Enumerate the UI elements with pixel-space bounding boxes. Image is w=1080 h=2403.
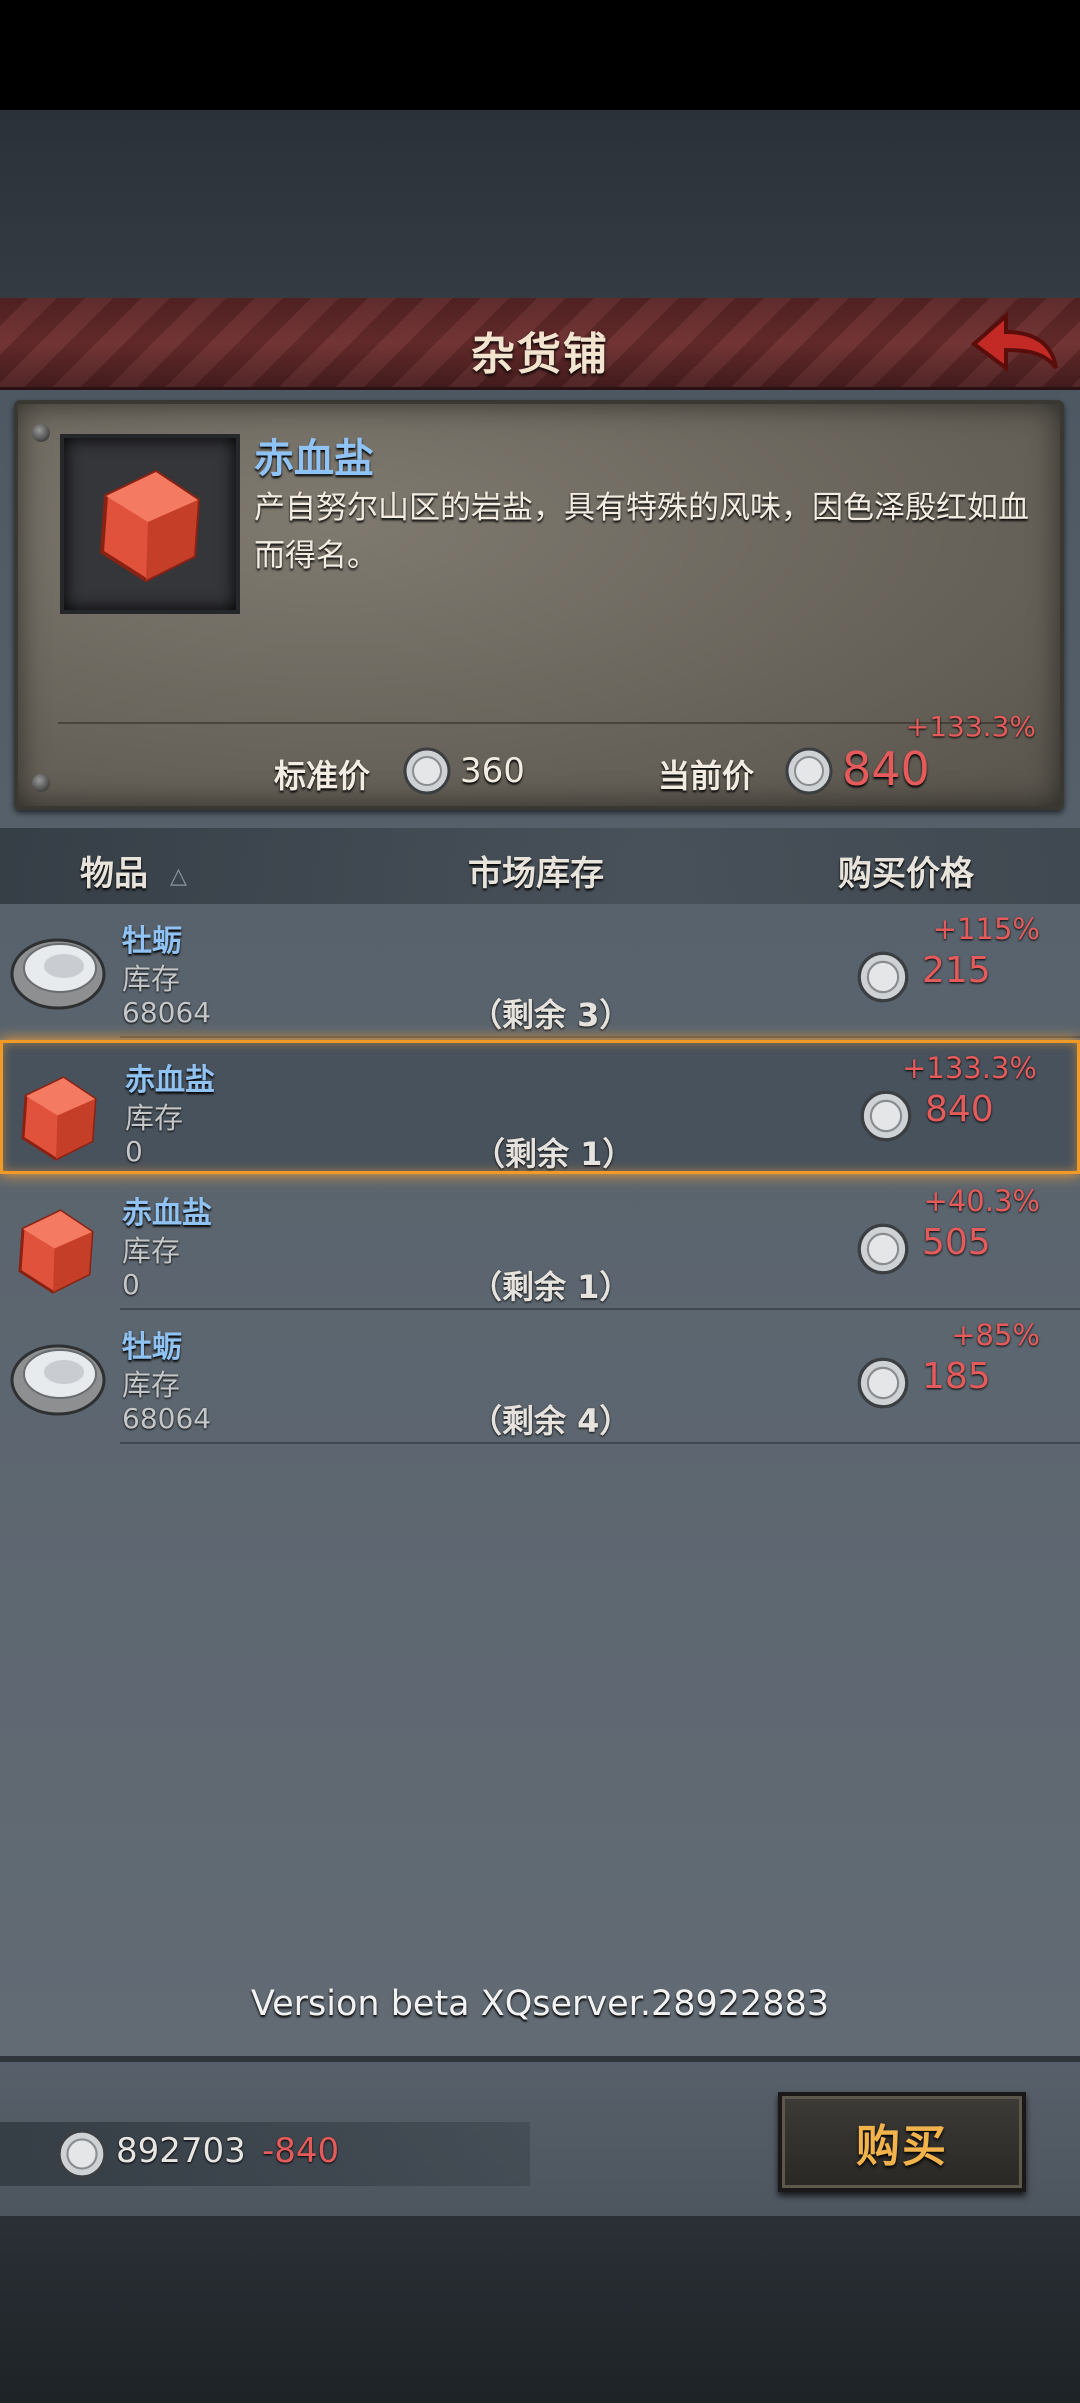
- nail-icon: [32, 774, 50, 792]
- red-salt-icon: [99, 469, 201, 583]
- item-name: 赤血盐: [254, 436, 374, 482]
- stock-value: 68064: [122, 1402, 212, 1435]
- page-title: 杂货铺: [471, 329, 609, 380]
- stock-value: 68064: [122, 996, 212, 1029]
- oyster-icon: [10, 1344, 106, 1416]
- top-backdrop: [0, 110, 1080, 300]
- red-salt-icon: [18, 1209, 94, 1294]
- buy-button[interactable]: 购买: [778, 2092, 1026, 2192]
- silver-coin-icon: [785, 747, 833, 795]
- buy-price: 215: [922, 950, 991, 991]
- market-remaining: （剩余 1）: [473, 1135, 635, 1173]
- oyster-icon: [10, 938, 106, 1010]
- column-price-header: 购买价格: [838, 854, 974, 894]
- bottom-backdrop: [0, 2216, 1080, 2403]
- card-divider: [58, 722, 1020, 724]
- silver-coin-icon: [860, 1090, 912, 1142]
- standard-price-value: 360: [460, 751, 525, 791]
- status-bar-area: [0, 0, 1080, 110]
- money-delta: -840: [262, 2131, 340, 2171]
- buy-price: 840: [925, 1089, 994, 1130]
- item-name: 赤血盐: [125, 1063, 215, 1098]
- item-image-frame: [60, 434, 240, 614]
- stock-label: 库存: [122, 1234, 181, 1268]
- stock-label: 库存: [122, 1368, 181, 1402]
- back-button[interactable]: [966, 310, 1062, 380]
- item-description: 产自努尔山区的岩盐，具有特殊的风味，因色泽殷红如血而得名。: [254, 490, 1029, 574]
- list-item-selected[interactable]: 赤血盐 库存 0 （剩余 1） +133.3% 840: [0, 1040, 1080, 1174]
- market-remaining: （剩余 1）: [470, 1268, 632, 1306]
- market-remaining: （剩余 3）: [470, 996, 632, 1034]
- item-name: 牡蛎: [122, 1330, 182, 1365]
- list-item[interactable]: 赤血盐 库存 0 （剩余 1） +40.3% 505: [0, 1176, 1080, 1310]
- current-price-change: +133.3%: [905, 710, 1036, 743]
- silver-coin-icon: [403, 747, 451, 795]
- stock-label: 库存: [125, 1101, 184, 1135]
- stock-label: 库存: [122, 962, 181, 996]
- price-change: +115%: [932, 912, 1040, 946]
- item-name: 赤血盐: [122, 1196, 212, 1231]
- version-text: Version beta XQserver.28922883: [250, 1984, 830, 2024]
- item-detail-card: 赤血盐 产自努尔山区的岩盐，具有特殊的风味，因色泽殷红如血而得名。 标准价 36…: [14, 400, 1064, 810]
- silver-coin-icon: [857, 1223, 909, 1275]
- column-stock-header: 市场库存: [468, 854, 604, 894]
- price-change: +85%: [951, 1318, 1040, 1352]
- market-remaining: （剩余 4）: [470, 1402, 632, 1440]
- red-salt-icon: [21, 1076, 97, 1161]
- back-arrow-icon: [970, 311, 1058, 372]
- list-item[interactable]: 牡蛎 库存 68064 （剩余 3） +115% 215: [0, 904, 1080, 1038]
- buy-button-label: 购买: [856, 2121, 948, 2172]
- silver-coin-icon: [857, 951, 909, 1003]
- current-price-label: 当前价: [658, 757, 755, 795]
- stock-value: 0: [125, 1135, 143, 1168]
- item-name: 牡蛎: [122, 924, 182, 959]
- price-change: +40.3%: [923, 1184, 1040, 1218]
- current-price-value: 840: [842, 742, 930, 796]
- list-item[interactable]: 牡蛎 库存 68064 （剩余 4） +85% 185: [0, 1310, 1080, 1444]
- sort-arrow-icon: △: [170, 864, 187, 889]
- buy-price: 185: [922, 1356, 991, 1397]
- list-header: 物品 △ 市场库存 购买价格: [0, 828, 1080, 904]
- money-balance: 892703: [116, 2131, 246, 2171]
- standard-price-label: 标准价: [274, 757, 371, 795]
- silver-coin-icon: [57, 2129, 107, 2179]
- stock-value: 0: [122, 1268, 140, 1301]
- silver-coin-icon: [857, 1357, 909, 1409]
- title-bar: 杂货铺: [0, 298, 1080, 390]
- column-item-header[interactable]: 物品: [80, 846, 148, 895]
- nail-icon: [32, 424, 50, 442]
- buy-price: 505: [922, 1222, 991, 1263]
- price-change: +133.3%: [902, 1051, 1037, 1085]
